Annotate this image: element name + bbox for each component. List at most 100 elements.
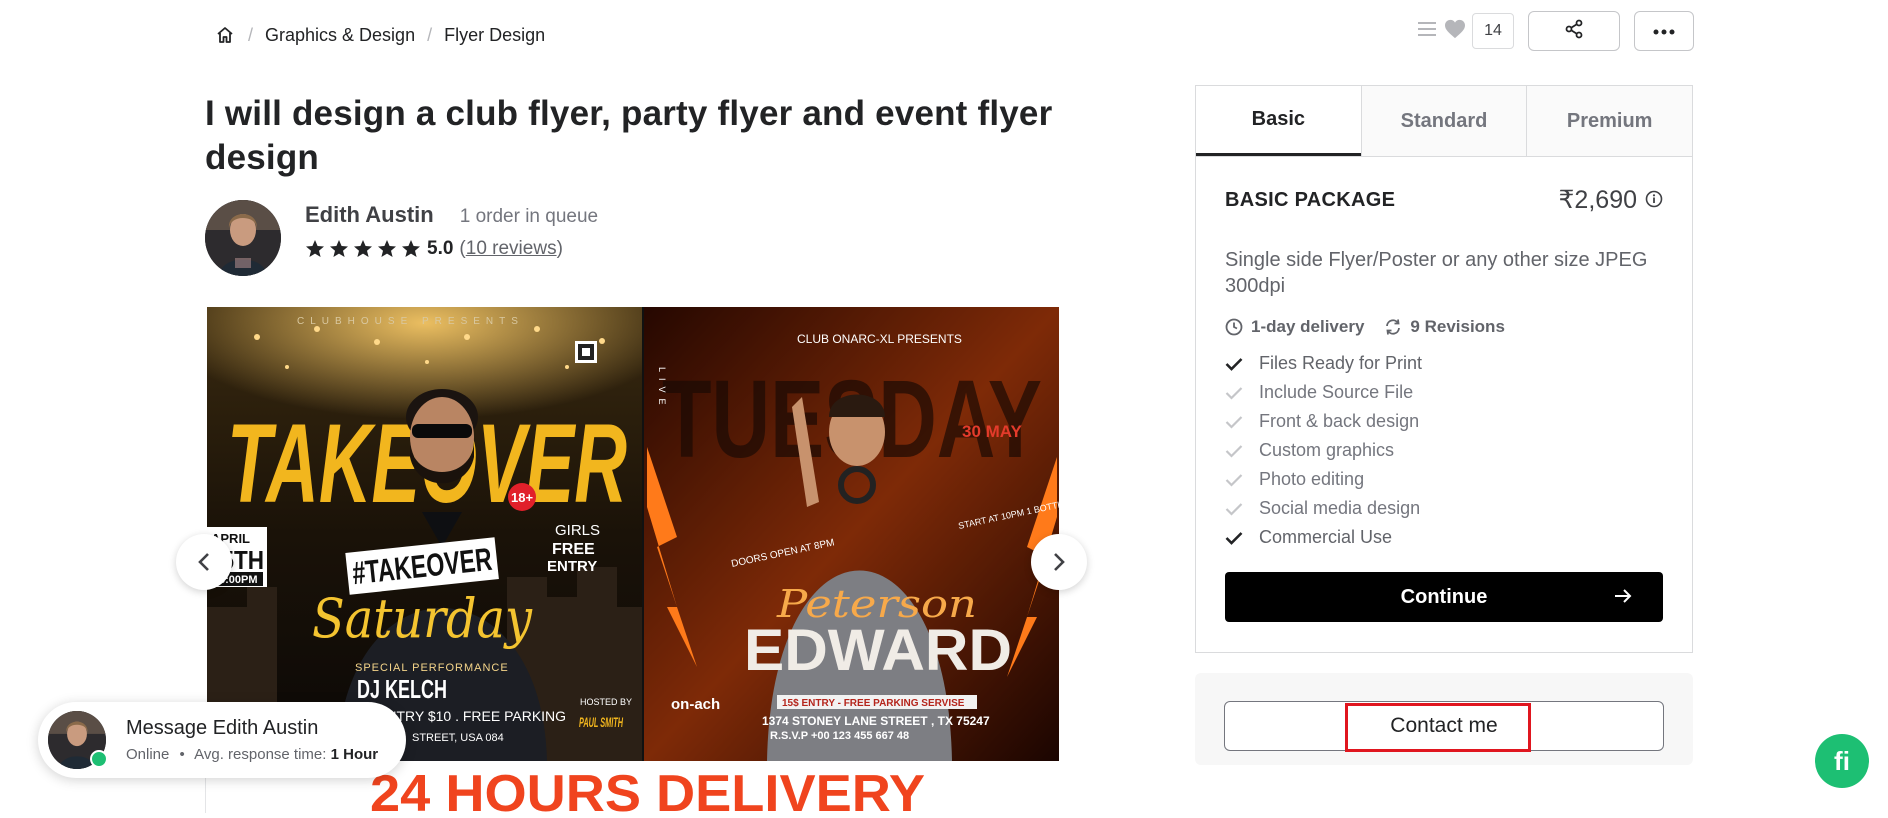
message-seller-popup[interactable]: Message Edith Austin Online • Avg. respo… bbox=[38, 702, 406, 778]
chevron-left-icon bbox=[198, 553, 209, 571]
list-icon[interactable] bbox=[1416, 19, 1438, 44]
star-icon bbox=[402, 240, 420, 257]
rating-row: 5.0 (10 reviews) bbox=[305, 238, 598, 260]
star-icon bbox=[378, 240, 396, 257]
collect-group: 14 bbox=[1416, 13, 1514, 49]
right-presents: CLUB ONARC-XL PRESENTS bbox=[797, 332, 962, 346]
fiverr-logo-button[interactable]: fi bbox=[1815, 734, 1869, 788]
seller-name[interactable]: Edith Austin bbox=[305, 202, 434, 228]
chevron-right-icon bbox=[1054, 553, 1065, 571]
tab-standard[interactable]: Standard bbox=[1360, 86, 1527, 156]
popup-status: Online • Avg. response time: 1 Hour bbox=[126, 746, 379, 763]
contact-me-label: Contact me bbox=[1390, 714, 1498, 737]
svg-text:FREE: FREE bbox=[552, 541, 595, 558]
breadcrumb: / Graphics & Design / Flyer Design bbox=[214, 24, 545, 46]
right-logo: on-ach bbox=[671, 696, 720, 713]
continue-label: Continue bbox=[1400, 585, 1488, 608]
home-icon[interactable] bbox=[214, 24, 236, 46]
arrow-right-icon bbox=[1613, 587, 1633, 611]
package-price: ₹2,690 bbox=[1558, 186, 1637, 214]
right-name: EDWARD bbox=[744, 618, 1012, 683]
left-promo: GIRLS FREE ENTRY bbox=[547, 522, 600, 575]
delivery-time: 1-day delivery bbox=[1225, 317, 1364, 337]
right-entry: 15$ ENTRY - FREE PARKING SERVISE bbox=[782, 698, 965, 709]
check-icon bbox=[1225, 444, 1245, 458]
left-top-text: CLUBHOUSE PRESENTS bbox=[297, 316, 524, 327]
share-icon bbox=[1564, 19, 1584, 44]
popup-text: Message Edith Austin Online • Avg. respo… bbox=[126, 717, 378, 763]
check-icon bbox=[1225, 531, 1245, 545]
gallery-prev-button[interactable] bbox=[176, 534, 232, 590]
seller-avatar[interactable] bbox=[205, 200, 281, 276]
refresh-icon bbox=[1386, 319, 1401, 335]
seller-info: Edith Austin 1 order in queue 5.0 (10 re… bbox=[305, 202, 598, 260]
tab-basic[interactable]: Basic bbox=[1196, 86, 1361, 156]
tab-premium[interactable]: Premium bbox=[1526, 86, 1693, 156]
gig-actions: 14 bbox=[1416, 11, 1694, 51]
breadcrumb-item-flyer-design[interactable]: Flyer Design bbox=[444, 25, 545, 46]
rating-stars bbox=[305, 239, 421, 259]
orders-in-queue: 1 order in queue bbox=[459, 206, 599, 227]
left-age-badge: 18+ bbox=[511, 490, 533, 505]
left-special: SPECIAL PERFORMANCE bbox=[355, 662, 509, 674]
check-icon bbox=[1225, 386, 1245, 400]
right-rsvp: R.S.V.P +00 123 455 667 48 bbox=[770, 730, 909, 742]
gallery-image[interactable]: CLUBHOUSE PRESENTS TAKEOVER APRIL 25TH 6… bbox=[207, 307, 1059, 761]
breadcrumb-item-graphics-design[interactable]: Graphics & Design bbox=[265, 25, 415, 46]
star-icon bbox=[306, 240, 324, 257]
feature-item: Social media design bbox=[1225, 494, 1663, 523]
package-description: Single side Flyer/Poster or any other si… bbox=[1225, 249, 1648, 297]
left-address: STREET, USA 084 bbox=[412, 732, 504, 744]
package-meta: 1-day delivery 9 Revisions bbox=[1225, 317, 1663, 337]
check-icon bbox=[1225, 473, 1245, 487]
reviews-link[interactable]: 10 reviews bbox=[466, 238, 557, 260]
contact-me-button[interactable]: Contact me bbox=[1224, 701, 1664, 751]
seller-name-row: Edith Austin 1 order in queue bbox=[305, 202, 598, 228]
package-price-row: ₹2,690 bbox=[1559, 185, 1663, 215]
gallery-next-button[interactable] bbox=[1031, 534, 1087, 590]
revisions: 9 Revisions bbox=[1384, 317, 1505, 337]
feature-item: Photo editing bbox=[1225, 465, 1663, 494]
package-body: BASIC PACKAGE ₹2,690 Single side Flyer/P… bbox=[1196, 157, 1692, 650]
right-date: 30 MAY bbox=[962, 422, 1023, 441]
gig-title: I will design a club flyer, party flyer … bbox=[205, 94, 1053, 177]
seller-overview: Edith Austin 1 order in queue 5.0 (10 re… bbox=[205, 200, 598, 276]
feature-item: Include Source File bbox=[1225, 378, 1663, 407]
breadcrumb-separator: / bbox=[427, 24, 433, 45]
rating-score: 5.0 bbox=[427, 238, 454, 259]
likes-count: 14 bbox=[1472, 13, 1514, 49]
left-host: PAUL SMITH bbox=[579, 714, 623, 730]
package-header: BASIC PACKAGE ₹2,690 bbox=[1225, 185, 1663, 215]
breadcrumb-separator: / bbox=[248, 24, 254, 45]
check-icon bbox=[1225, 357, 1245, 371]
left-flyer: CLUBHOUSE PRESENTS TAKEOVER APRIL 25TH 6… bbox=[207, 307, 642, 761]
right-flyer: TUESDAY CLUB ONARC-XL PRESENTS LIVE 30 M… bbox=[644, 307, 1059, 761]
star-icon bbox=[354, 240, 372, 257]
feature-item: Files Ready for Print bbox=[1225, 349, 1663, 378]
clock-icon bbox=[1225, 318, 1243, 336]
svg-text:GIRLS: GIRLS bbox=[555, 522, 600, 539]
left-hosted-by: HOSTED BY bbox=[580, 697, 632, 707]
package-name: BASIC PACKAGE bbox=[1225, 188, 1396, 211]
feature-list: Files Ready for Print Include Source Fil… bbox=[1225, 349, 1663, 552]
more-dots-icon bbox=[1653, 22, 1675, 40]
fiverr-logo-icon: fi bbox=[1834, 745, 1850, 776]
popup-title: Message Edith Austin bbox=[126, 717, 319, 739]
check-icon bbox=[1225, 415, 1245, 429]
right-address: 1374 STONEY LANE STREET , TX 75247 bbox=[762, 714, 990, 728]
package-card: Basic Standard Premium BASIC PACKAGE ₹2,… bbox=[1195, 85, 1693, 653]
feature-item: Commercial Use bbox=[1225, 523, 1663, 552]
share-button[interactable] bbox=[1528, 11, 1620, 51]
online-indicator bbox=[90, 750, 108, 768]
info-icon[interactable] bbox=[1645, 186, 1663, 215]
right-live: LIVE bbox=[657, 367, 667, 411]
continue-button[interactable]: Continue bbox=[1225, 572, 1663, 622]
revisions-label: 9 Revisions bbox=[1410, 317, 1505, 336]
star-icon bbox=[330, 240, 348, 257]
left-script: Saturday bbox=[312, 587, 533, 650]
reviews-close-paren: ) bbox=[556, 238, 563, 259]
left-performer: DJ KELCH bbox=[357, 674, 447, 704]
gig-gallery: CLUBHOUSE PRESENTS TAKEOVER APRIL 25TH 6… bbox=[207, 307, 1059, 761]
heart-icon[interactable] bbox=[1444, 19, 1466, 44]
more-button[interactable] bbox=[1634, 11, 1694, 51]
